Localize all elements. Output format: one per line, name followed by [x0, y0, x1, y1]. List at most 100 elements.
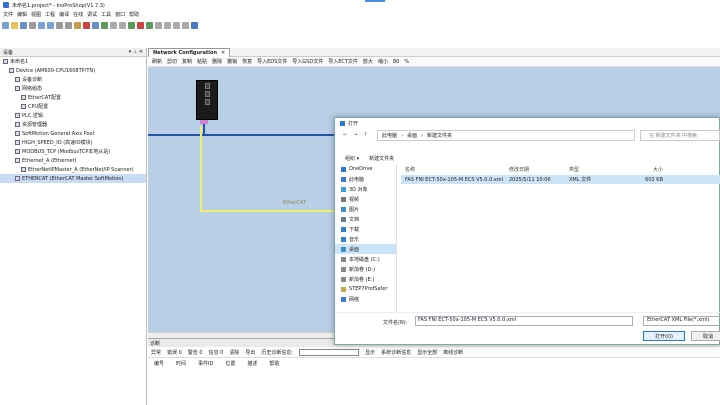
copy-icon[interactable]	[65, 22, 72, 29]
menu-view[interactable]: 视图	[31, 11, 41, 18]
redo-icon[interactable]	[47, 22, 54, 29]
col-date[interactable]: 修改日期	[509, 166, 569, 173]
offline-diag-button[interactable]: 离线诊断	[443, 349, 463, 356]
logout-icon[interactable]	[119, 22, 126, 29]
tree-item[interactable]: Ethernet_A (Ethernet)	[0, 156, 146, 165]
tree-item[interactable]: 设备诊断	[0, 75, 146, 84]
refresh-button[interactable]: 刷新	[152, 58, 162, 65]
tree-item[interactable]: 资源管理器	[0, 120, 146, 129]
nav-item[interactable]: 桌面	[335, 244, 396, 254]
path-desktop[interactable]: 桌面	[407, 132, 417, 139]
delete-icon[interactable]	[83, 22, 90, 29]
search-input[interactable]: 在 新建文件夹 中搜索	[640, 130, 720, 141]
menu-debug[interactable]: 调试	[87, 11, 97, 18]
import-ect-button[interactable]: 导入ECT文件	[328, 58, 358, 65]
open-icon[interactable]	[11, 22, 18, 29]
panel-pin-close-icon[interactable]: ▾ ⊥ ✕	[129, 49, 143, 55]
step-into-icon[interactable]	[173, 22, 180, 29]
filter-info[interactable]: 信息 0	[209, 349, 224, 356]
menu-edit[interactable]: 编辑	[17, 11, 27, 18]
export-button[interactable]: 导出	[245, 349, 255, 356]
filter-warning[interactable]: 警告 0	[188, 349, 203, 356]
run-icon[interactable]	[128, 22, 135, 29]
plc-device-image[interactable]	[196, 80, 218, 120]
nav-item[interactable]: 图片	[335, 204, 396, 214]
nav-item[interactable]: 音乐	[335, 234, 396, 244]
tree-item[interactable]: 未命名1	[0, 57, 146, 66]
login-icon[interactable]	[110, 22, 117, 29]
redo-button[interactable]: 恢复	[242, 58, 252, 65]
step-icon[interactable]	[146, 22, 153, 29]
nav-item[interactable]: 此电脑	[335, 174, 396, 184]
cut-icon[interactable]	[56, 22, 63, 29]
nav-item[interactable]: 文档	[335, 214, 396, 224]
filter-exception[interactable]: 异常	[151, 349, 161, 356]
step-out-icon[interactable]	[182, 22, 189, 29]
menu-window[interactable]: 窗口	[115, 11, 125, 18]
filetype-select[interactable]: EtherCAT XML File(*.xml)	[643, 316, 720, 326]
zoom-out-button[interactable]: 缩小	[378, 58, 388, 65]
close-icon[interactable]: ✕	[221, 50, 225, 56]
tree-item[interactable]: HIGH_SPEED_IO (高速IO模块)	[0, 138, 146, 147]
path-this-pc[interactable]: 此电脑	[382, 132, 397, 139]
tree-item[interactable]: EtherNetIPMaster_A (EtherNet/IP Scanner)	[0, 165, 146, 174]
nav-item[interactable]: 新加卷 (D:)	[335, 264, 396, 274]
nav-item[interactable]: 网络	[335, 294, 396, 304]
organize-button[interactable]: 组织 ▾	[345, 155, 359, 162]
tab-network-configuration[interactable]: Network Configuration ✕	[148, 47, 231, 57]
zoom-in-button[interactable]: 放大	[363, 58, 373, 65]
zoom-level[interactable]: 80	[393, 59, 399, 65]
import-eds-button[interactable]: 导入EDS文件	[257, 58, 287, 65]
import-gsd-button[interactable]: 导入GSD文件	[292, 58, 323, 65]
tree-item[interactable]: SoftMotion General Axis Pool	[0, 129, 146, 138]
nav-item[interactable]: 视频	[335, 194, 396, 204]
path-new-folder[interactable]: 新建文件夹	[427, 132, 452, 139]
nav-item[interactable]: OneDrive	[335, 164, 396, 174]
back-icon[interactable]: ←	[343, 132, 347, 138]
menu-help[interactable]: 帮助	[129, 11, 139, 18]
filename-field[interactable]: FAS FNI ECT-50x-105-M ECS V5.0.0.xml	[415, 316, 633, 326]
nav-item[interactable]: 新加卷 (E:)	[335, 274, 396, 284]
show-all-button[interactable]: 显示全部	[417, 349, 437, 356]
show-button[interactable]: 显示	[365, 349, 375, 356]
tree-item[interactable]: MODBUS_TCP (ModbusTCP本地从站)	[0, 147, 146, 156]
breakpoint-icon[interactable]	[155, 22, 162, 29]
paste-button[interactable]: 粘贴	[197, 58, 207, 65]
clear-button[interactable]: 清除	[229, 349, 239, 356]
undo-button[interactable]: 撤销	[227, 58, 237, 65]
stop-icon[interactable]	[137, 22, 144, 29]
delete-button[interactable]: 删除	[212, 58, 222, 65]
nav-item[interactable]: STEP7ProfSafer	[335, 284, 396, 294]
address-bar[interactable]: 此电脑 › 桌面 › 新建文件夹	[377, 130, 635, 141]
tree-item[interactable]: 网络组态	[0, 84, 146, 93]
save-icon[interactable]	[20, 22, 27, 29]
forward-icon[interactable]: →	[353, 132, 357, 138]
filter-error[interactable]: 错误 0	[167, 349, 182, 356]
find-icon[interactable]	[92, 22, 99, 29]
nav-item[interactable]: 下载	[335, 224, 396, 234]
copy-button[interactable]: 复制	[182, 58, 192, 65]
col-size[interactable]: 大小	[629, 166, 663, 173]
up-icon[interactable]: ↑	[363, 132, 367, 138]
build-icon[interactable]	[101, 22, 108, 29]
menu-tools[interactable]: 工具	[101, 11, 111, 18]
tree-item[interactable]: Device (AM600-CPU1608TP/TN)	[0, 66, 146, 75]
nav-item[interactable]: 3D 对象	[335, 184, 396, 194]
menu-online[interactable]: 在线	[73, 11, 83, 18]
tree-item[interactable]: PLC 逻辑	[0, 111, 146, 120]
cut-button[interactable]: 剪切	[167, 58, 177, 65]
undo-icon[interactable]	[38, 22, 45, 29]
open-button[interactable]: 打开(O)	[643, 331, 685, 341]
menu-file[interactable]: 文件	[3, 11, 13, 18]
new-icon[interactable]	[2, 22, 9, 29]
menu-build[interactable]: 编译	[59, 11, 69, 18]
step-over-icon[interactable]	[164, 22, 171, 29]
cancel-button[interactable]: 取消	[691, 331, 720, 341]
nav-item[interactable]: 本地磁盘 (C:)	[335, 254, 396, 264]
system-diag-checkbox[interactable]: 系统诊断信息	[381, 349, 411, 356]
history-select[interactable]	[299, 348, 360, 356]
tree-item[interactable]: CPU配置	[0, 102, 146, 111]
paste-icon[interactable]	[74, 22, 81, 29]
new-folder-button[interactable]: 新建文件夹	[369, 155, 394, 162]
file-row[interactable]: FAS FNI ECT-50x-105-M ECS V5.0.0.xml 202…	[401, 175, 720, 184]
